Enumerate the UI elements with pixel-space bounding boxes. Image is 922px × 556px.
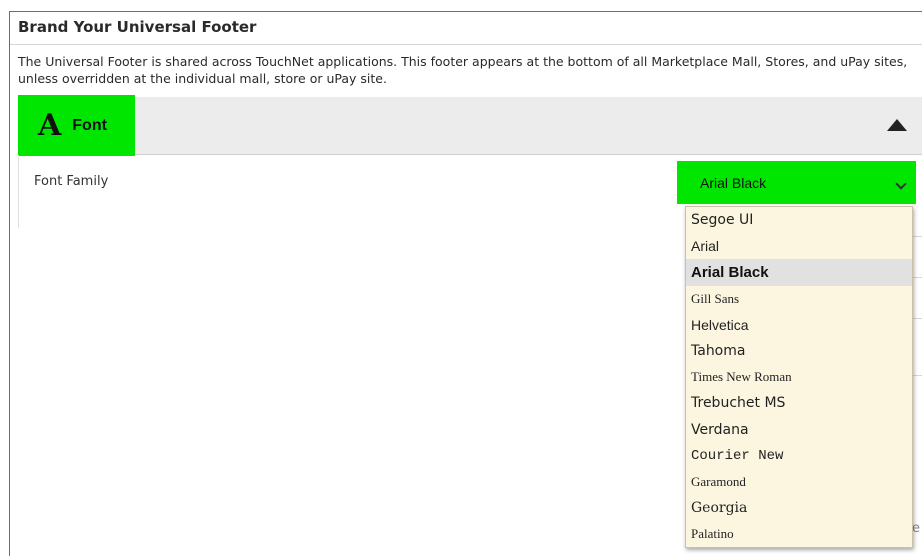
font-option-palatino[interactable]: Palatino [686,521,912,547]
chevron-down-icon [895,178,907,190]
font-option-trebuchet-ms[interactable]: Trebuchet MS [686,390,912,416]
background-text-fragment: e [912,521,920,536]
background-row-divider [912,375,922,376]
background-row-divider [912,236,922,237]
font-option-times-new-roman[interactable]: Times New Roman [686,364,912,390]
font-option-garamond[interactable]: Garamond [686,469,912,495]
font-panel-tab[interactable]: A Font [18,95,135,156]
font-option-arial-black[interactable]: Arial Black [686,259,912,286]
font-family-label: Font Family [34,174,109,189]
font-option-gill-sans[interactable]: Gill Sans [686,286,912,312]
font-panel-label: Font [72,116,107,134]
font-option-verdana[interactable]: Verdana [686,417,912,443]
font-family-selected-value: Arial Black [700,174,767,191]
panel-body-border [18,155,19,228]
font-option-tahoma[interactable]: Tahoma [686,338,912,364]
background-row-divider [912,318,922,319]
font-option-courier-new[interactable]: Courier New [686,443,912,469]
font-option-arial[interactable]: Arial [686,233,912,259]
page-description: The Universal Footer is shared across To… [18,54,908,86]
font-option-helvetica[interactable]: Helvetica [686,312,912,338]
font-family-select[interactable]: Arial Black [677,161,916,204]
background-row-divider [912,277,922,278]
font-letter-icon: A [38,107,62,143]
font-panel-header[interactable] [18,97,922,155]
collapse-arrow-icon[interactable] [887,119,907,131]
font-option-segoe-ui[interactable]: Segoe UI [686,207,912,233]
font-family-dropdown-list[interactable]: Segoe UI Arial Arial Black Gill Sans Hel… [685,206,913,548]
page-title: Brand Your Universal Footer [18,18,257,36]
title-divider [10,44,922,45]
font-option-georgia[interactable]: Georgia [686,495,912,521]
